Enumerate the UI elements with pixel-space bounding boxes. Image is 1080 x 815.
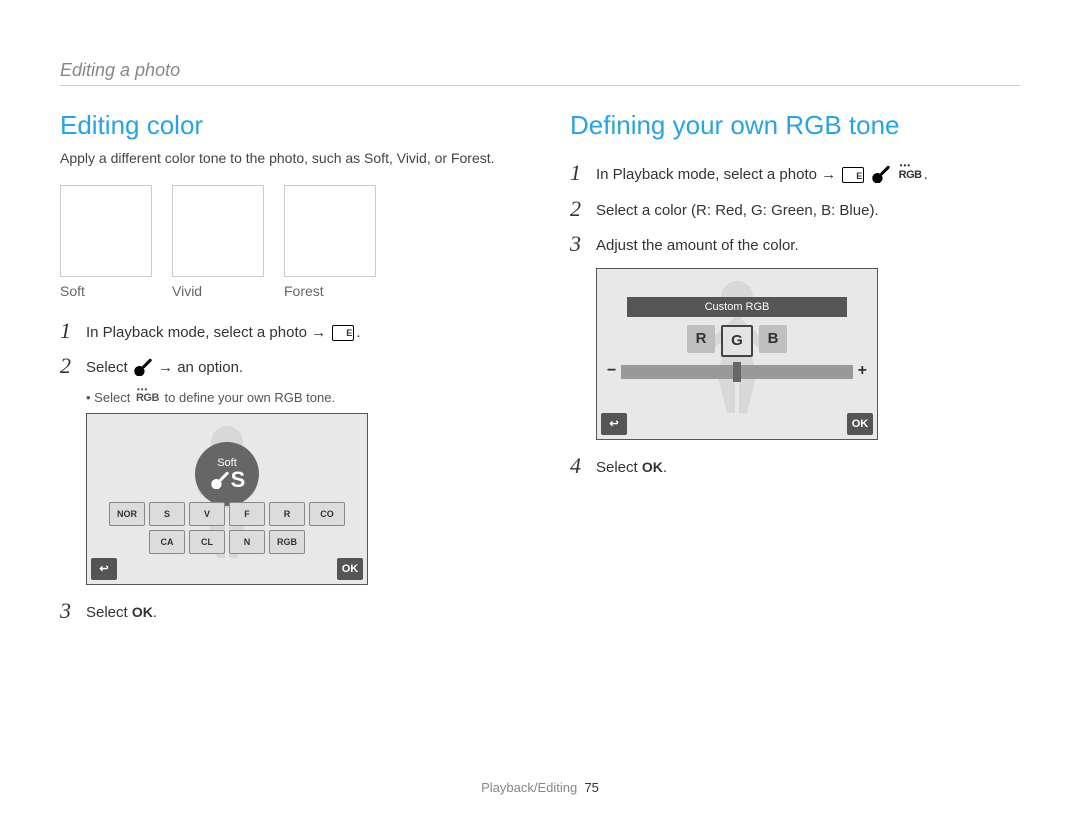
color-swatch-row: Soft Vivid Forest: [60, 185, 510, 299]
rgb-g-button[interactable]: G: [721, 325, 753, 357]
rgb-b-button[interactable]: B: [759, 325, 787, 353]
step-1-body: In Playback mode, select a photo →: [86, 324, 326, 341]
step-2-pre: Select: [86, 359, 128, 376]
rgb-step-number-3: 3: [570, 232, 596, 256]
step-number-1: 1: [60, 319, 86, 343]
rgb-step-3-text: Adjust the amount of the color.: [596, 232, 799, 258]
footer-page-number: 75: [584, 780, 598, 795]
custom-rgb-titlebar: Custom RGB: [627, 297, 847, 317]
editing-color-section: Editing color Apply a different color to…: [60, 110, 510, 634]
tool-rgb[interactable]: RGB: [269, 530, 305, 554]
step-1-text: In Playback mode, select a photo → .: [86, 319, 360, 345]
slider-minus-icon: −: [607, 362, 616, 380]
back-button[interactable]: ↩: [91, 558, 117, 580]
step-number-2: 2: [60, 354, 86, 378]
rgb-step-1-pre: In Playback mode, select a photo →: [596, 166, 836, 183]
step-3-post: .: [153, 604, 157, 621]
step-3-text: Select OK.: [86, 599, 157, 625]
swatch-forest: [284, 185, 376, 277]
rgb-icon: RGB: [136, 392, 159, 404]
tool-f[interactable]: F: [229, 502, 265, 526]
page-footer: Playback/Editing 75: [0, 780, 1080, 795]
slider-plus-icon: +: [858, 362, 867, 380]
bubble-glyph: S: [209, 469, 246, 491]
rgb-step-4-pre: Select: [596, 459, 638, 476]
slider-handle[interactable]: [733, 362, 741, 382]
rgb-step-number-4: 4: [570, 454, 596, 478]
swatch-label-soft: Soft: [60, 283, 152, 299]
rgb-icon: RGB: [899, 167, 922, 184]
tool-s[interactable]: S: [149, 502, 185, 526]
tool-n[interactable]: N: [229, 530, 265, 554]
tool-r[interactable]: R: [269, 502, 305, 526]
step-2-sub-pre: Select: [94, 390, 130, 405]
swatch-label-forest: Forest: [284, 283, 376, 299]
tool-nor[interactable]: NOR: [109, 502, 145, 526]
step-2-sub-post: to define your own RGB tone.: [165, 390, 336, 405]
footer-section: Playback/Editing: [481, 780, 577, 795]
back-button[interactable]: ↩: [601, 413, 627, 435]
rgb-tone-section: Defining your own RGB tone 1 In Playback…: [570, 110, 1020, 634]
swatch-soft: [60, 185, 152, 277]
tool-co[interactable]: CO: [309, 502, 345, 526]
ok-button[interactable]: OK: [847, 413, 873, 435]
step-number-3: 3: [60, 599, 86, 623]
ok-button[interactable]: OK: [337, 558, 363, 580]
rgb-step-4-text: Select OK.: [596, 454, 667, 480]
step-2-text: Select → an option.: [86, 354, 243, 380]
brush-icon: [134, 360, 152, 376]
rgb-step-2-text: Select a color (R: Red, G: Green, B: Blu…: [596, 197, 879, 223]
breadcrumb: Editing a photo: [60, 60, 1020, 86]
ok-icon: OK: [132, 604, 153, 620]
rgb-step-number-1: 1: [570, 161, 596, 185]
step-2-mid: → an option.: [158, 359, 243, 376]
rgb-step-1-post: .: [924, 166, 928, 183]
rgb-step-4-post: .: [663, 459, 667, 476]
step-2-sub: • Select RGB to define your own RGB tone…: [86, 390, 510, 405]
tool-v[interactable]: V: [189, 502, 225, 526]
ok-icon: OK: [642, 459, 663, 475]
custom-rgb-screenshot: Custom RGB R G B − + ↩ OK: [596, 268, 878, 440]
soft-preview-screenshot: Soft S NOR S V F R CO CA: [86, 413, 368, 585]
swatch-label-vivid: Vivid: [172, 283, 264, 299]
section-title-editing-color: Editing color: [60, 110, 510, 141]
brush-icon: [872, 167, 890, 183]
tool-cl[interactable]: CL: [189, 530, 225, 554]
edit-icon: [842, 167, 864, 183]
tool-grid: NOR S V F R CO CA CL N RGB: [109, 502, 345, 554]
edit-icon: [332, 325, 354, 341]
rgb-step-1-text: In Playback mode, select a photo → RGB.: [596, 161, 928, 187]
soft-bubble: Soft S: [195, 442, 259, 506]
section-title-rgb: Defining your own RGB tone: [570, 110, 1020, 141]
rgb-step-number-2: 2: [570, 197, 596, 221]
rgb-r-button[interactable]: R: [687, 325, 715, 353]
intro-text: Apply a different color tone to the phot…: [60, 149, 510, 169]
swatch-vivid: [172, 185, 264, 277]
step-3-pre: Select: [86, 604, 128, 621]
tool-ca[interactable]: CA: [149, 530, 185, 554]
